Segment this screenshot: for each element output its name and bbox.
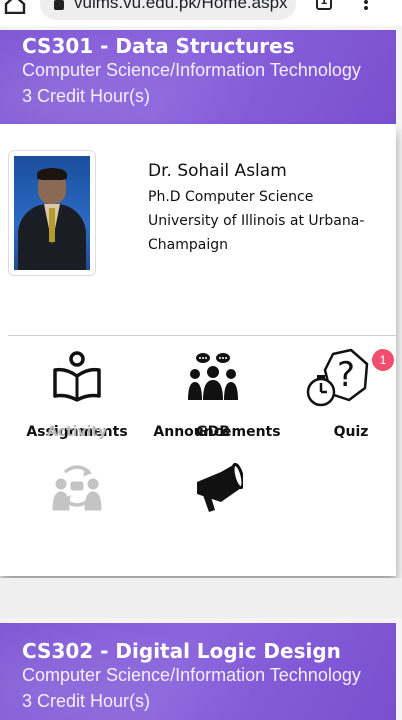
url-text: vulms.vu.edu.pk/Home.aspx — [74, 0, 288, 12]
tab-switcher-button[interactable]: 1 — [316, 0, 332, 10]
quiz-badge: 1 — [372, 349, 394, 371]
lock-icon — [54, 0, 64, 10]
divider — [8, 335, 396, 336]
course-program: Computer Science/Information Technology — [22, 665, 361, 685]
group-discussion-icon — [188, 353, 238, 400]
megaphone-icon — [197, 462, 243, 512]
teacher-name: Dr. Sohail Aslam — [148, 161, 287, 181]
course-program: Computer Science/Information Technology — [22, 60, 361, 80]
course-card: Dr. Sohail Aslam Ph.D Computer Science U… — [0, 124, 396, 576]
tile-label: Announcements — [153, 424, 281, 440]
activity-exchange-icon — [52, 465, 102, 511]
open-book-reader-icon — [53, 351, 101, 402]
browser-toolbar: vulms.vu.edu.pk/Home.aspx 1 — [0, 0, 402, 26]
course-credit-hours: 3 Credit Hour(s) — [22, 86, 151, 106]
teacher-university: University of Illinois at Urbana- — [148, 213, 365, 229]
course-title: CS301 - Data Structures — [22, 34, 295, 58]
address-bar[interactable]: vulms.vu.edu.pk/Home.aspx — [40, 0, 296, 20]
home-icon[interactable] — [4, 0, 26, 14]
course-credit-hours: 3 Credit Hour(s) — [22, 691, 151, 711]
overflow-menu-icon[interactable] — [364, 0, 368, 10]
tile-label: Quiz — [333, 424, 369, 440]
teacher-university-cont: Champaign — [148, 237, 228, 253]
teacher-degree: Ph.D Computer Science — [148, 189, 314, 205]
course-header[interactable]: CS301 - Data Structures Computer Science… — [0, 30, 396, 124]
teacher-photo — [8, 150, 96, 276]
tile-label: Activity — [46, 424, 108, 440]
svg-text:?: ? — [337, 355, 355, 395]
course-title: CS302 - Digital Logic Design — [22, 639, 341, 663]
card-separator — [0, 578, 402, 618]
stopwatch-question-icon: ? — [306, 348, 369, 407]
course-header[interactable]: CS302 - Digital Logic Design Computer Sc… — [0, 623, 396, 720]
